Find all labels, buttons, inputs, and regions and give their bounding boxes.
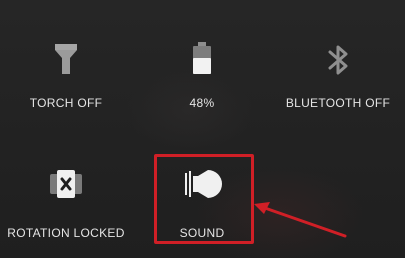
tile-rotation[interactable]: ROTATION LOCKED — [6, 130, 126, 240]
tile-bluetooth-label: BLUETOOTH OFF — [285, 96, 391, 110]
flashlight-icon — [46, 40, 86, 80]
rotation-lock-icon — [46, 164, 86, 204]
battery-icon — [182, 40, 222, 80]
highlight-box — [154, 154, 254, 244]
tile-bluetooth[interactable]: BLUETOOTH OFF — [278, 0, 398, 110]
tile-battery-label: 48% — [189, 96, 215, 110]
tile-rotation-label: ROTATION LOCKED — [7, 226, 125, 240]
tile-torch[interactable]: TORCH OFF — [6, 0, 126, 110]
tile-torch-label: TORCH OFF — [29, 96, 103, 110]
bluetooth-icon — [318, 40, 358, 80]
tile-battery[interactable]: 48% — [142, 0, 262, 110]
